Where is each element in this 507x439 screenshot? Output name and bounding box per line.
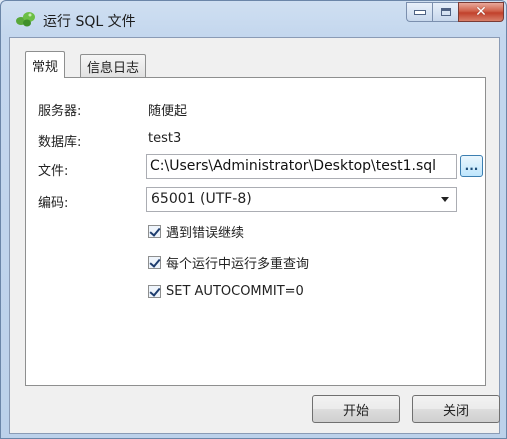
chevron-down-icon [441, 197, 449, 202]
maximize-button[interactable] [432, 2, 458, 22]
start-button[interactable]: 开始 [312, 395, 400, 423]
encoding-selected-value: 65001 (UTF-8) [151, 191, 252, 207]
autocommit-checkbox[interactable] [148, 285, 161, 298]
encoding-label: 编码: [38, 196, 69, 211]
general-tab-panel: 服务器: 随便起 数据库: test3 文件: C:\Users\Adminis… [25, 77, 486, 386]
maximize-icon [440, 8, 451, 16]
file-path-field[interactable]: C:\Users\Administrator\Desktop\test1.sql [146, 154, 457, 179]
minimize-button[interactable] [406, 2, 432, 22]
browse-file-button[interactable]: ... [460, 155, 483, 177]
run-sql-file-dialog: 运行 SQL 文件 ✕ 常规 信息日志 服务器: 随便起 数据库: test3 … [0, 0, 507, 439]
close-button[interactable]: 关闭 [412, 395, 500, 423]
title-bar[interactable]: 运行 SQL 文件 ✕ [1, 1, 506, 37]
server-value: 随便起 [148, 104, 188, 119]
file-label: 文件: [38, 164, 69, 179]
close-window-button[interactable]: ✕ [458, 2, 504, 22]
server-label: 服务器: [38, 104, 82, 119]
minimize-icon [413, 9, 426, 15]
window-title: 运行 SQL 文件 [43, 14, 136, 30]
database-label: 数据库: [38, 135, 82, 150]
multiple-queries-option[interactable]: 每个运行中运行多重查询 [148, 253, 309, 272]
continue-on-error-checkbox[interactable] [148, 225, 161, 238]
continue-on-error-label: 遇到错误继续 [166, 226, 245, 241]
navicat-leaf-icon [16, 12, 35, 27]
dialog-client-area: 常规 信息日志 服务器: 随便起 数据库: test3 文件: C:\Users… [9, 37, 500, 434]
multiple-queries-label: 每个运行中运行多重查询 [166, 257, 310, 272]
continue-on-error-option[interactable]: 遇到错误继续 [148, 222, 244, 241]
autocommit-option[interactable]: SET AUTOCOMMIT=0 [148, 284, 304, 299]
window-controls: ✕ [406, 2, 504, 22]
autocommit-label: SET AUTOCOMMIT=0 [166, 284, 304, 299]
database-value: test3 [148, 131, 182, 146]
encoding-select[interactable]: 65001 (UTF-8) [146, 187, 457, 212]
tab-general[interactable]: 常规 [25, 51, 66, 78]
tab-message-log-label: 信息日志 [87, 61, 140, 76]
multiple-queries-checkbox[interactable] [148, 256, 161, 269]
tab-general-label: 常规 [32, 59, 59, 75]
tab-message-log[interactable]: 信息日志 [80, 54, 147, 78]
close-icon: ✕ [475, 4, 487, 20]
